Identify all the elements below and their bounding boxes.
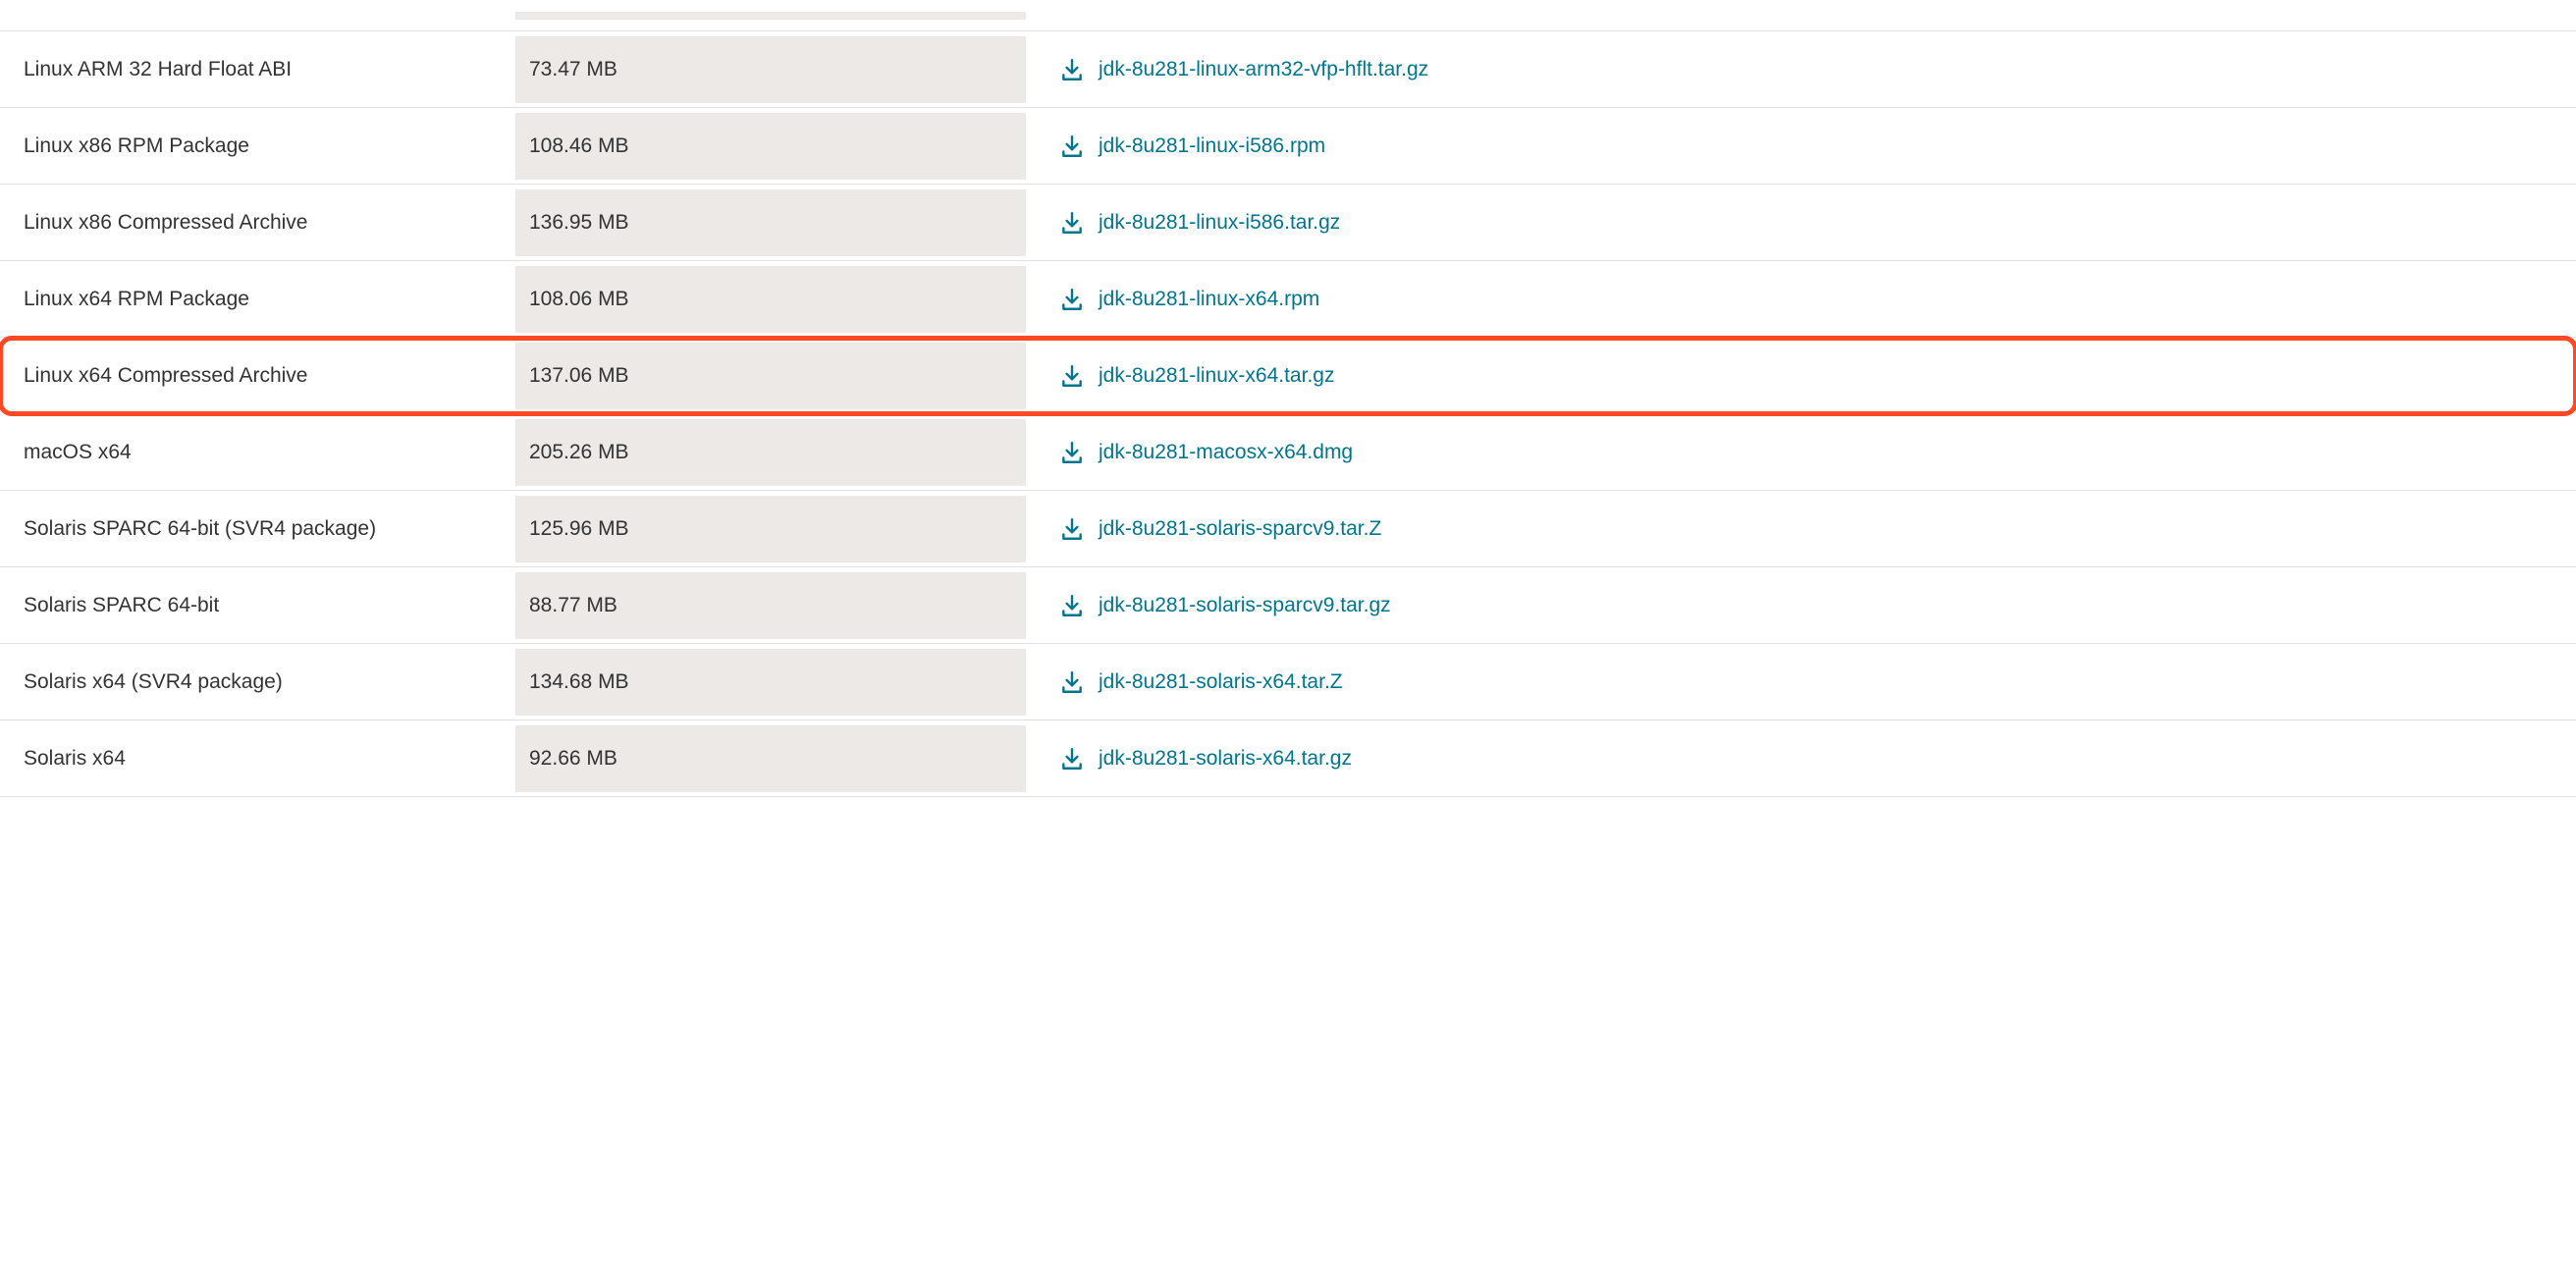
download-cell: jdk-8u281-linux-x64.tar.gz	[1026, 342, 2576, 410]
download-icon[interactable]	[1059, 516, 1085, 542]
table-row: Linux x86 RPM Package108.46 MB jdk-8u281…	[0, 108, 2576, 185]
table-row: Solaris x6492.66 MB jdk-8u281-solaris-x6…	[0, 720, 2576, 797]
product-name: Linux x64 RPM Package	[0, 266, 515, 333]
product-name: Solaris SPARC 64-bit	[0, 572, 515, 639]
file-size: 92.66 MB	[515, 725, 1026, 792]
product-name: Solaris x64	[0, 725, 515, 792]
product-name: Solaris x64 (SVR4 package)	[0, 649, 515, 716]
file-size: 73.47 MB	[515, 36, 1026, 103]
product-name: macOS x64	[0, 419, 515, 486]
table-row: Linux ARM 32 Hard Float ABI73.47 MB jdk-…	[0, 31, 2576, 108]
table-row: Solaris SPARC 64-bit88.77 MB jdk-8u281-s…	[0, 567, 2576, 644]
file-size: 125.96 MB	[515, 496, 1026, 562]
table-row: Linux x86 Compressed Archive136.95 MB jd…	[0, 185, 2576, 261]
download-link[interactable]: jdk-8u281-solaris-x64.tar.gz	[1099, 747, 1352, 771]
download-icon[interactable]	[1059, 593, 1085, 618]
file-size: 108.06 MB	[515, 266, 1026, 333]
product-name: Linux ARM 32 Hard Float ABI	[0, 36, 515, 103]
download-icon[interactable]	[1059, 669, 1085, 695]
download-icon[interactable]	[1059, 210, 1085, 236]
download-cell: jdk-8u281-linux-i586.tar.gz	[1026, 188, 2576, 257]
download-cell: jdk-8u281-solaris-x64.tar.Z	[1026, 648, 2576, 717]
table-row: Linux x64 RPM Package108.06 MB jdk-8u281…	[0, 261, 2576, 338]
file-size: 205.26 MB	[515, 419, 1026, 486]
file-size: 137.06 MB	[515, 343, 1026, 409]
download-link[interactable]: jdk-8u281-solaris-x64.tar.Z	[1099, 670, 1343, 694]
download-link[interactable]: jdk-8u281-solaris-sparcv9.tar.Z	[1099, 517, 1381, 541]
file-size: 88.77 MB	[515, 572, 1026, 639]
download-icon[interactable]	[1059, 57, 1085, 82]
download-cell: jdk-8u281-linux-i586.rpm	[1026, 112, 2576, 181]
download-cell	[1026, 12, 2576, 20]
download-link[interactable]: jdk-8u281-linux-i586.tar.gz	[1099, 211, 1340, 235]
product-name: Linux x64 Compressed Archive	[0, 343, 515, 409]
download-link[interactable]: jdk-8u281-linux-x64.tar.gz	[1099, 364, 1334, 388]
download-cell: jdk-8u281-solaris-x64.tar.gz	[1026, 724, 2576, 793]
download-icon[interactable]	[1059, 746, 1085, 772]
table-row: Solaris x64 (SVR4 package)134.68 MB jdk-…	[0, 644, 2576, 720]
table-row: Linux x64 Compressed Archive137.06 MB jd…	[0, 338, 2576, 414]
download-link[interactable]: jdk-8u281-linux-arm32-vfp-hflt.tar.gz	[1099, 58, 1428, 81]
product-name: Linux x86 Compressed Archive	[0, 189, 515, 256]
product-name: Solaris SPARC 64-bit (SVR4 package)	[0, 496, 515, 562]
download-icon[interactable]	[1059, 363, 1085, 389]
download-link[interactable]: jdk-8u281-linux-x64.rpm	[1099, 288, 1319, 311]
file-size: 134.68 MB	[515, 649, 1026, 716]
download-icon[interactable]	[1059, 287, 1085, 312]
download-cell: jdk-8u281-linux-arm32-vfp-hflt.tar.gz	[1026, 35, 2576, 104]
download-link[interactable]: jdk-8u281-linux-i586.rpm	[1099, 134, 1325, 158]
download-cell: jdk-8u281-linux-x64.rpm	[1026, 265, 2576, 334]
file-size: 108.46 MB	[515, 113, 1026, 180]
table-row: Solaris SPARC 64-bit (SVR4 package)125.9…	[0, 491, 2576, 567]
download-link[interactable]: jdk-8u281-macosx-x64.dmg	[1099, 441, 1353, 464]
download-cell: jdk-8u281-solaris-sparcv9.tar.Z	[1026, 495, 2576, 563]
table-row: macOS x64205.26 MB jdk-8u281-macosx-x64.…	[0, 414, 2576, 491]
download-link[interactable]: jdk-8u281-solaris-sparcv9.tar.gz	[1099, 594, 1391, 617]
product-name	[0, 12, 515, 20]
product-name: Linux x86 RPM Package	[0, 113, 515, 180]
file-size	[515, 12, 1026, 20]
file-size: 136.95 MB	[515, 189, 1026, 256]
download-icon[interactable]	[1059, 440, 1085, 465]
table-row	[0, 0, 2576, 31]
download-table: Linux ARM 32 Hard Float ABI73.47 MB jdk-…	[0, 0, 2576, 797]
download-cell: jdk-8u281-solaris-sparcv9.tar.gz	[1026, 571, 2576, 640]
download-icon[interactable]	[1059, 133, 1085, 159]
download-cell: jdk-8u281-macosx-x64.dmg	[1026, 418, 2576, 487]
